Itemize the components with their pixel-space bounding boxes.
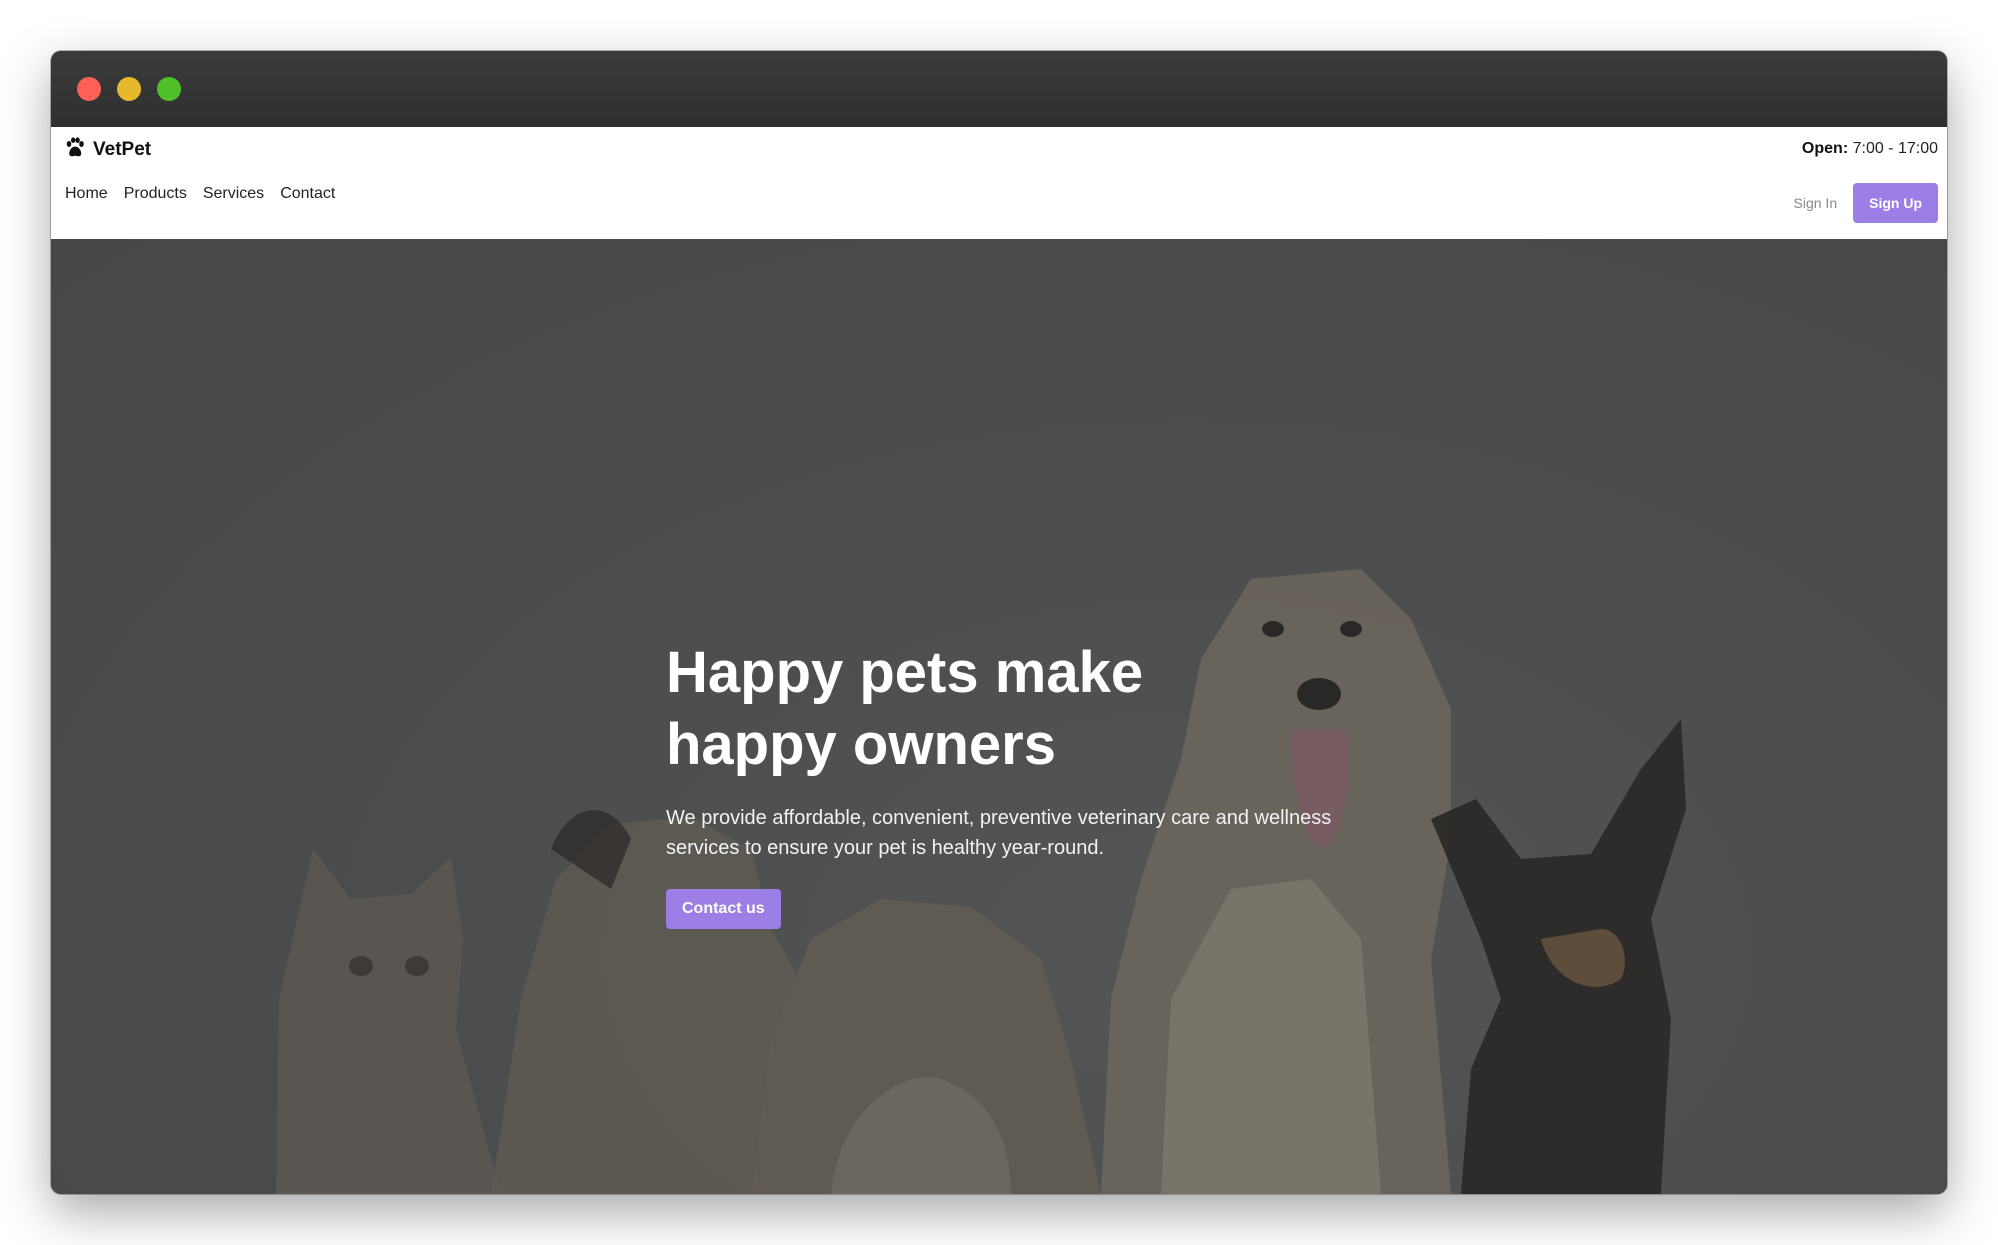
auth-controls: Sign In Sign Up — [1794, 183, 1938, 223]
nav-item-home[interactable]: Home — [65, 185, 108, 203]
sign-in-link[interactable]: Sign In — [1794, 195, 1838, 211]
contact-us-button[interactable]: Contact us — [666, 889, 781, 929]
main-nav: Home Products Services Contact — [65, 185, 335, 203]
site-header: VetPet Open: 7:00 - 17:00 Home Products … — [51, 127, 1947, 239]
window-titlebar — [51, 51, 1947, 127]
paw-icon — [65, 137, 85, 159]
sign-up-button[interactable]: Sign Up — [1853, 183, 1938, 223]
close-window-button[interactable] — [77, 77, 101, 101]
hero-content: Happy pets make happy owners We provide … — [666, 637, 1366, 929]
hero-section: Happy pets make happy owners We provide … — [51, 239, 1947, 1194]
opening-hours-label: Open: — [1801, 140, 1849, 157]
brand-name: VetPet — [93, 139, 152, 160]
minimize-window-button[interactable] — [117, 77, 141, 101]
nav-item-products[interactable]: Products — [124, 185, 187, 203]
brand-logo[interactable]: VetPet — [65, 135, 151, 161]
opening-hours: Open: 7:00 - 17:00 — [1802, 140, 1938, 158]
hero-description: We provide affordable, convenient, preve… — [666, 807, 1332, 859]
nav-item-services[interactable]: Services — [203, 185, 264, 203]
hero-title: Happy pets make happy owners — [666, 640, 1144, 777]
maximize-window-button[interactable] — [157, 77, 181, 101]
opening-hours-value: 7:00 - 17:00 — [1852, 140, 1938, 157]
nav-item-contact[interactable]: Contact — [280, 185, 335, 203]
browser-window: VetPet Open: 7:00 - 17:00 Home Products … — [51, 51, 1947, 1194]
